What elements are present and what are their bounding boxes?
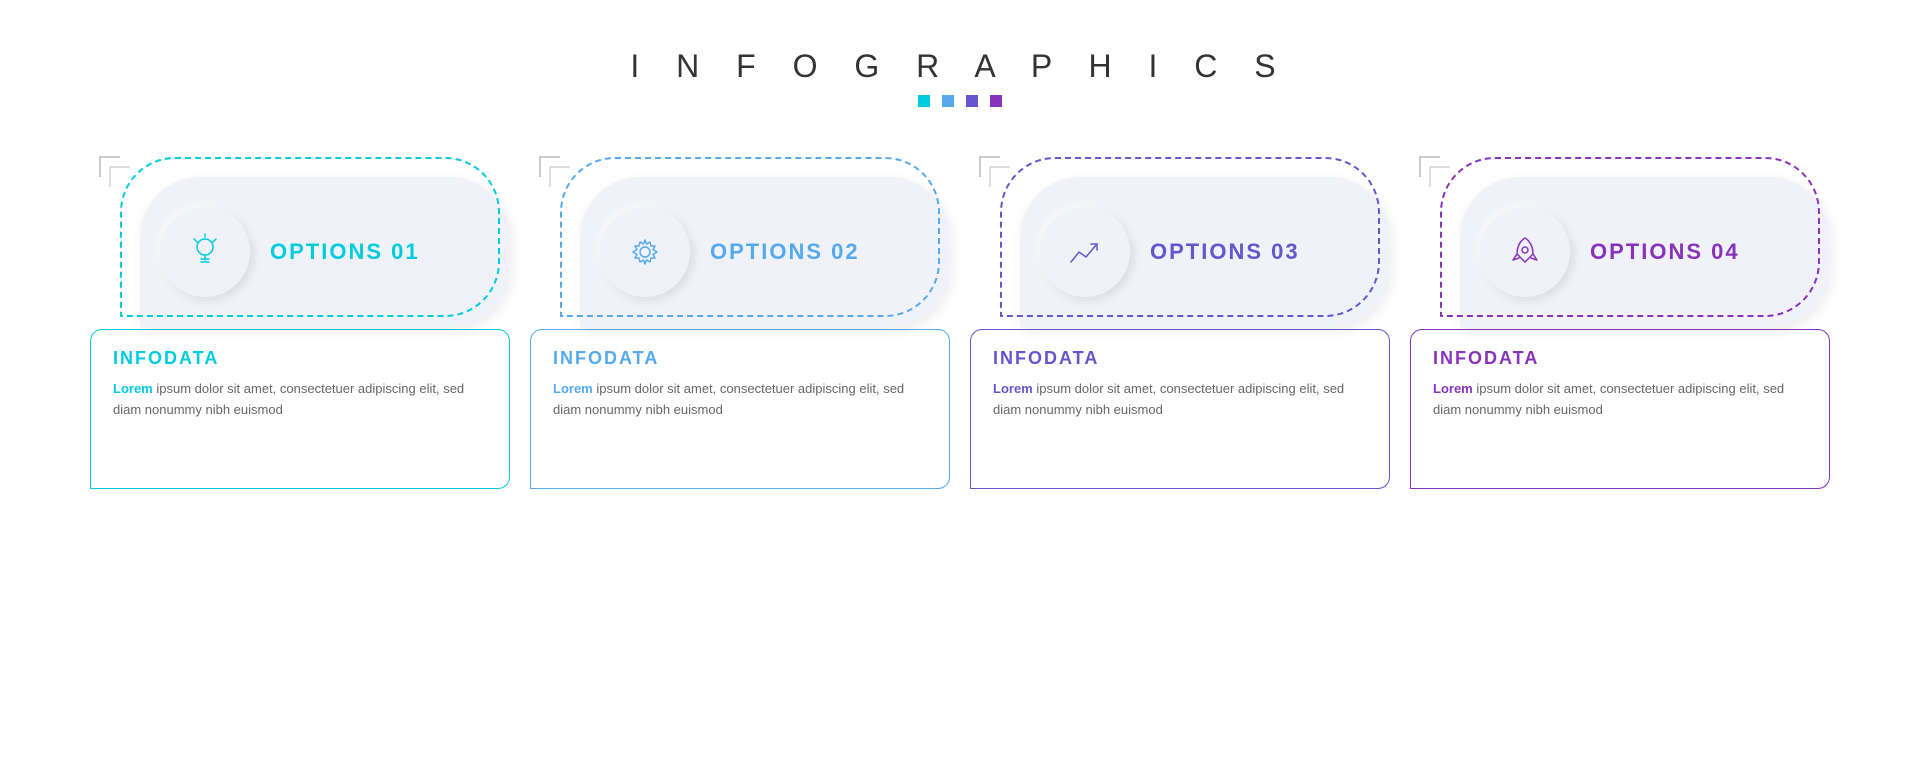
icon-circle-2 [600, 207, 690, 297]
chart-icon [1065, 232, 1105, 272]
info-text-1: Lorem ipsum dolor sit amet, consectetuer… [113, 379, 487, 421]
info-box-3: INFODATA Lorem ipsum dolor sit amet, con… [970, 329, 1390, 489]
body-text-3: ipsum dolor sit amet, consectetuer adipi… [993, 381, 1344, 417]
dot-1 [918, 95, 930, 107]
header: I N F O G R A P H I C S [630, 48, 1289, 107]
page-title: I N F O G R A P H I C S [630, 48, 1289, 85]
bubble-top-4: OPTIONS 04 [1410, 147, 1830, 327]
body-text-2: ipsum dolor sit amet, consectetuer adipi… [553, 381, 904, 417]
icon-circle-1 [160, 207, 250, 297]
info-title-1: INFODATA [113, 348, 487, 369]
card-3: OPTIONS 03 INFODATA Lorem ipsum dolor si… [970, 147, 1390, 489]
gear-icon [625, 232, 665, 272]
dot-2 [942, 95, 954, 107]
info-title-2: INFODATA [553, 348, 927, 369]
icon-circle-3 [1040, 207, 1130, 297]
icon-circle-4 [1480, 207, 1570, 297]
info-title-4: INFODATA [1433, 348, 1807, 369]
option-label-3: OPTIONS 03 [1150, 239, 1300, 265]
card-4: OPTIONS 04 INFODATA Lorem ipsum dolor si… [1410, 147, 1830, 489]
lorem-1: Lorem [113, 381, 153, 396]
dots-row [918, 95, 1002, 107]
info-title-3: INFODATA [993, 348, 1367, 369]
body-text-4: ipsum dolor sit amet, consectetuer adipi… [1433, 381, 1784, 417]
bubble-top-3: OPTIONS 03 [970, 147, 1390, 327]
lorem-2: Lorem [553, 381, 593, 396]
rocket-icon [1505, 232, 1545, 272]
info-text-3: Lorem ipsum dolor sit amet, consectetuer… [993, 379, 1367, 421]
bubble-content-3: OPTIONS 03 [1020, 177, 1390, 327]
cards-container: OPTIONS 01 INFODATA Lorem ipsum dolor si… [0, 147, 1920, 489]
lorem-3: Lorem [993, 381, 1033, 396]
bubble-top-2: OPTIONS 02 [530, 147, 950, 327]
bubble-content-4: OPTIONS 04 [1460, 177, 1830, 327]
option-label-1: OPTIONS 01 [270, 239, 420, 265]
lorem-4: Lorem [1433, 381, 1473, 396]
bubble-top-1: OPTIONS 01 [90, 147, 510, 327]
option-label-4: OPTIONS 04 [1590, 239, 1740, 265]
info-box-2: INFODATA Lorem ipsum dolor sit amet, con… [530, 329, 950, 489]
info-box-4: INFODATA Lorem ipsum dolor sit amet, con… [1410, 329, 1830, 489]
option-label-2: OPTIONS 02 [710, 239, 860, 265]
card-2: OPTIONS 02 INFODATA Lorem ipsum dolor si… [530, 147, 950, 489]
info-text-2: Lorem ipsum dolor sit amet, consectetuer… [553, 379, 927, 421]
bulb-icon [185, 232, 225, 272]
dot-3 [966, 95, 978, 107]
info-box-1: INFODATA Lorem ipsum dolor sit amet, con… [90, 329, 510, 489]
card-1: OPTIONS 01 INFODATA Lorem ipsum dolor si… [90, 147, 510, 489]
body-text-1: ipsum dolor sit amet, consectetuer adipi… [113, 381, 464, 417]
dot-4 [990, 95, 1002, 107]
info-text-4: Lorem ipsum dolor sit amet, consectetuer… [1433, 379, 1807, 421]
bubble-content-1: OPTIONS 01 [140, 177, 510, 327]
bubble-content-2: OPTIONS 02 [580, 177, 950, 327]
